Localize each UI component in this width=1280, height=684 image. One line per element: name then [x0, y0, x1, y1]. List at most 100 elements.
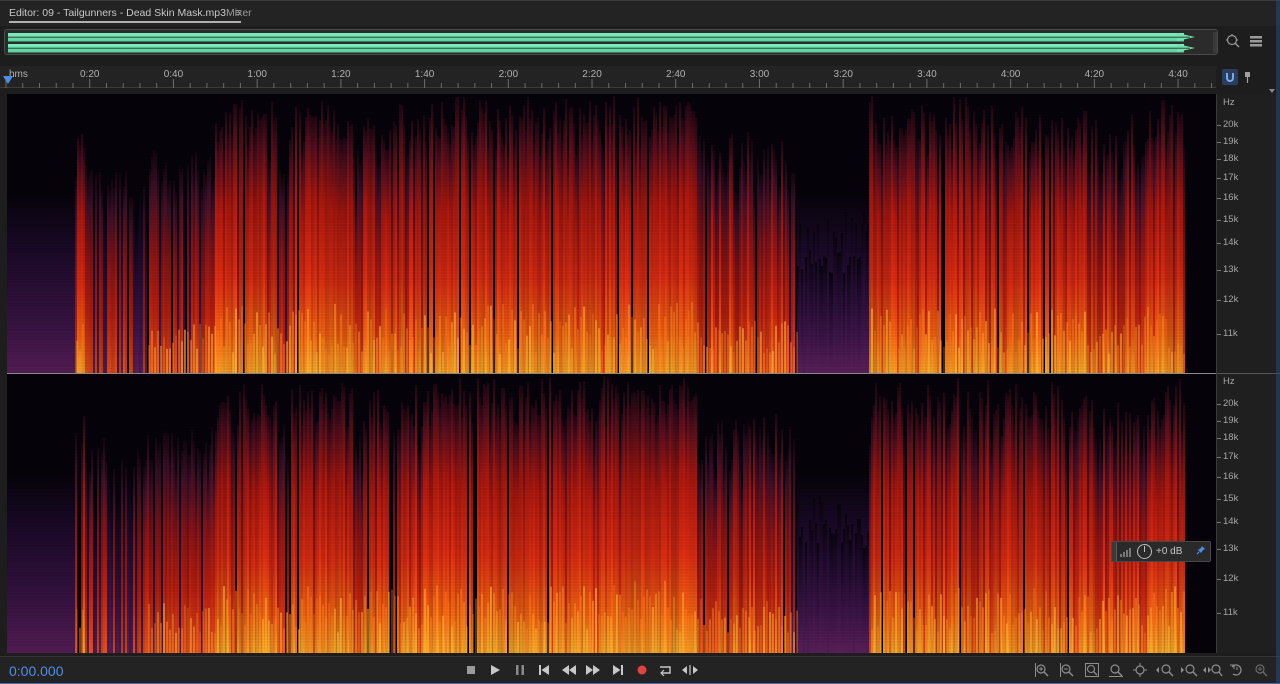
hz-tick: [1217, 579, 1221, 580]
record-button[interactable]: [633, 662, 651, 678]
zoom-out-time-icon[interactable]: [1179, 662, 1199, 678]
hz-tick-label: 17k: [1223, 172, 1239, 183]
spectrogram-column: [233, 104, 235, 374]
ruler-tick-label: 0:40: [163, 69, 184, 80]
zoom-reset-icon[interactable]: [1227, 662, 1247, 678]
spectrogram-column: [1179, 117, 1181, 374]
spectrogram-column: [1059, 444, 1061, 653]
spectrogram-column: [419, 452, 421, 653]
spectrogram-column: [1169, 115, 1171, 374]
play-button[interactable]: [486, 662, 504, 678]
ruler-tick-label: 3:00: [749, 69, 770, 80]
scale-collapse-icon[interactable]: [1269, 89, 1275, 93]
spectrogram-column: [153, 150, 155, 374]
transport-bar: 0:00.000: [0, 656, 1280, 684]
timecode-display[interactable]: 0:00.000: [9, 663, 64, 679]
channel-right[interactable]: [7, 375, 1216, 653]
spectrogram-column: [545, 408, 547, 653]
channel-left[interactable]: [7, 96, 1216, 374]
spectrogram-column: [817, 543, 819, 653]
spectrogram-column: [123, 186, 125, 374]
spectrogram-column: [849, 257, 851, 374]
rewind-button[interactable]: [560, 662, 578, 678]
zoom-in-time-icon[interactable]: [1082, 662, 1102, 678]
spectrogram-column: [877, 143, 879, 374]
spectrogram-column: [829, 272, 831, 374]
frequency-scale[interactable]: Hz 20k 19k 18k 17k 16k 15k 14k 13k 12k 11k Hz 20k 19k…: [1216, 89, 1280, 653]
stop-button[interactable]: [462, 662, 480, 678]
hz-tick-label: 17k: [1223, 451, 1239, 462]
time-ruler[interactable]: hms 0:20 0:40 1:00 1:20 1:40 2:00 2:20 2:40 3:00…: [0, 66, 1216, 88]
spectrogram-column: [527, 383, 529, 653]
spectrogram-column: [133, 194, 135, 374]
zoom-out-full-icon[interactable]: [1106, 662, 1126, 678]
spectrogram-column: [107, 185, 109, 374]
ruler-tick-label: 4:40: [1168, 69, 1188, 80]
playhead[interactable]: [3, 76, 13, 84]
volume-knob-icon[interactable]: [1137, 544, 1152, 559]
zoom-to-selection-icon[interactable]: [1225, 33, 1241, 49]
overview-waveform: [8, 32, 1217, 53]
loop-button[interactable]: [657, 662, 675, 678]
spectrogram-column: [401, 105, 403, 374]
ruler-tick-label: 1:20: [331, 69, 351, 80]
panel-icon[interactable]: [1248, 33, 1264, 49]
spectrogram-column: [401, 402, 403, 653]
go-to-start-button[interactable]: [535, 662, 553, 678]
spectrogram-column: [611, 384, 613, 653]
spectrogram-column: [159, 443, 161, 653]
tab-mixer[interactable]: Mixer: [226, 7, 252, 23]
spectrogram-column: [97, 447, 99, 653]
spectrogram-column: [1141, 157, 1143, 374]
hz-tick-label: 12k: [1223, 294, 1239, 305]
channel-divider: [7, 373, 1216, 374]
spectrogram-column: [991, 105, 993, 374]
spectrogram-column: [117, 502, 119, 653]
spectrogram-column: [811, 530, 813, 653]
tab-editor[interactable]: Editor: 09 - Tailgunners - Dead Skin Mas…: [9, 7, 242, 23]
hz-tick-label: 12k: [1223, 573, 1239, 584]
spectrogram-column: [861, 224, 863, 374]
zoom-in-selection-icon[interactable]: [1203, 662, 1223, 678]
spectral-display[interactable]: [7, 94, 1216, 653]
waveform-overview[interactable]: [4, 29, 1218, 55]
spectrogram-column: [819, 496, 821, 653]
spectrogram-column: [805, 542, 807, 653]
spectrogram-column: [149, 169, 151, 374]
spectrogram-column: [1015, 383, 1017, 653]
spectrogram-column: [793, 173, 795, 374]
spectrogram-column: [553, 111, 555, 374]
hud-grip[interactable]: [1112, 542, 1117, 561]
spectrogram-right: [7, 375, 1216, 653]
spectrogram-column: [807, 228, 809, 374]
spectrogram-column: [91, 449, 93, 653]
skip-selection-button[interactable]: [681, 662, 699, 678]
zoom-out-amplitude-icon[interactable]: [1057, 662, 1077, 678]
spectrogram-column: [855, 533, 857, 653]
spectrogram-column: [483, 384, 485, 653]
spectrogram-column: [527, 97, 529, 374]
pin-icon[interactable]: [1196, 545, 1206, 558]
spectrogram-column: [733, 429, 735, 653]
spectrogram-column: [457, 97, 459, 374]
volume-hud[interactable]: +0 dB: [1111, 541, 1211, 562]
spectrogram-column: [771, 144, 773, 374]
zoom-fit-icon[interactable]: [1251, 662, 1271, 678]
spectrogram-column: [989, 150, 991, 374]
zoom-in-frequency-icon[interactable]: [1130, 662, 1150, 678]
pause-button[interactable]: [511, 662, 529, 678]
go-to-end-button[interactable]: [609, 662, 627, 678]
spectrogram-column: [867, 224, 869, 374]
zoom-out-frequency-icon[interactable]: [1155, 662, 1175, 678]
spectrogram-column: [805, 257, 807, 374]
spectrogram-column: [451, 389, 453, 653]
spectrogram-column: [759, 429, 761, 653]
spectrogram-column: [137, 215, 139, 374]
fast-forward-button[interactable]: [584, 662, 602, 678]
spectrogram-column: [155, 437, 157, 653]
snap-icon[interactable]: [1222, 69, 1238, 85]
marker-icon[interactable]: [1240, 69, 1256, 85]
zoom-in-amplitude-icon[interactable]: [1032, 662, 1052, 678]
spectrogram-left: [7, 96, 1216, 374]
spectrogram-column: [1071, 412, 1073, 653]
